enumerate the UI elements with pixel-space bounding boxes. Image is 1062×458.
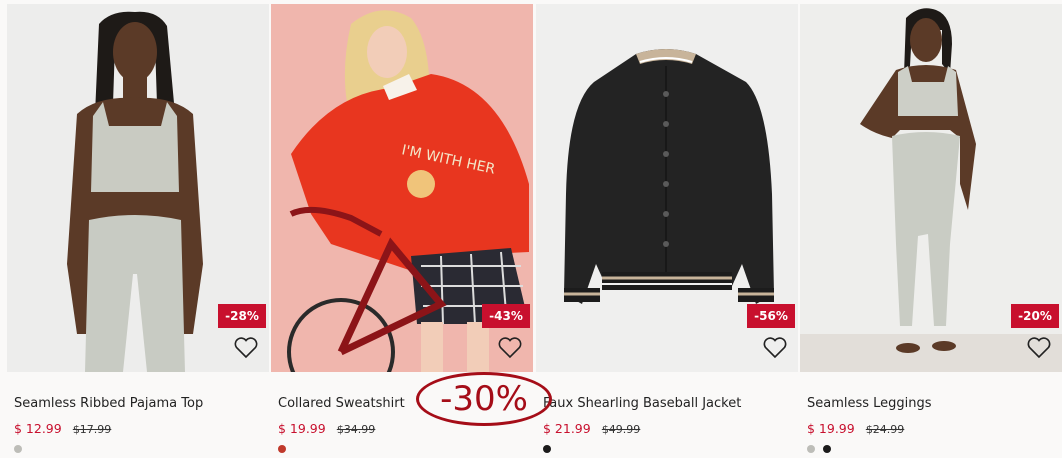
product-card[interactable]: -56% Faux Shearling Baseball Jacket $ 21…: [536, 0, 798, 458]
sale-price: $ 19.99: [807, 421, 855, 436]
discount-badge: -43%: [482, 304, 530, 328]
color-swatches: [278, 440, 290, 458]
color-swatch[interactable]: [807, 445, 815, 453]
heart-icon[interactable]: [762, 336, 788, 360]
heart-icon[interactable]: [233, 336, 259, 360]
product-title[interactable]: Seamless Ribbed Pajama Top: [14, 396, 203, 411]
product-image[interactable]: -28%: [7, 4, 269, 372]
heart-icon[interactable]: [497, 336, 523, 360]
discount-badge: -20%: [1011, 304, 1059, 328]
original-price: $49.99: [601, 423, 641, 436]
sale-price: $ 12.99: [14, 421, 62, 436]
product-title[interactable]: Faux Shearling Baseball Jacket: [543, 396, 741, 411]
promo-discount-badge: -30%: [416, 372, 552, 426]
color-swatch[interactable]: [823, 445, 832, 453]
product-title[interactable]: Collared Sweatshirt: [278, 396, 405, 411]
product-prices: $ 19.99 $34.99: [278, 418, 375, 437]
original-price: $24.99: [865, 423, 905, 436]
product-card[interactable]: -20% Seamless Leggings $ 19.99 $24.99: [800, 0, 1062, 458]
product-prices: $ 21.99 $49.99: [543, 418, 640, 437]
color-swatch[interactable]: [14, 445, 22, 453]
discount-badge: -56%: [747, 304, 795, 328]
sale-price: $ 21.99: [543, 421, 591, 436]
product-image[interactable]: -20%: [800, 4, 1062, 372]
product-prices: $ 19.99 $24.99: [807, 418, 904, 437]
color-swatches: [543, 440, 555, 458]
color-swatches: [807, 440, 835, 458]
product-image[interactable]: I'M WITH HER -43%: [271, 4, 533, 372]
product-title[interactable]: Seamless Leggings: [807, 396, 932, 411]
sale-price: $ 19.99: [278, 421, 326, 436]
heart-icon[interactable]: [1026, 336, 1052, 360]
color-swatches: [14, 440, 26, 458]
color-swatch[interactable]: [278, 445, 286, 453]
color-swatch[interactable]: [543, 445, 551, 453]
product-image[interactable]: -56%: [536, 4, 798, 372]
product-prices: $ 12.99 $17.99: [14, 418, 111, 437]
original-price: $34.99: [336, 423, 376, 436]
discount-badge: -28%: [218, 304, 266, 328]
original-price: $17.99: [72, 423, 112, 436]
product-card[interactable]: -28% Seamless Ribbed Pajama Top $ 12.99 …: [7, 0, 269, 458]
